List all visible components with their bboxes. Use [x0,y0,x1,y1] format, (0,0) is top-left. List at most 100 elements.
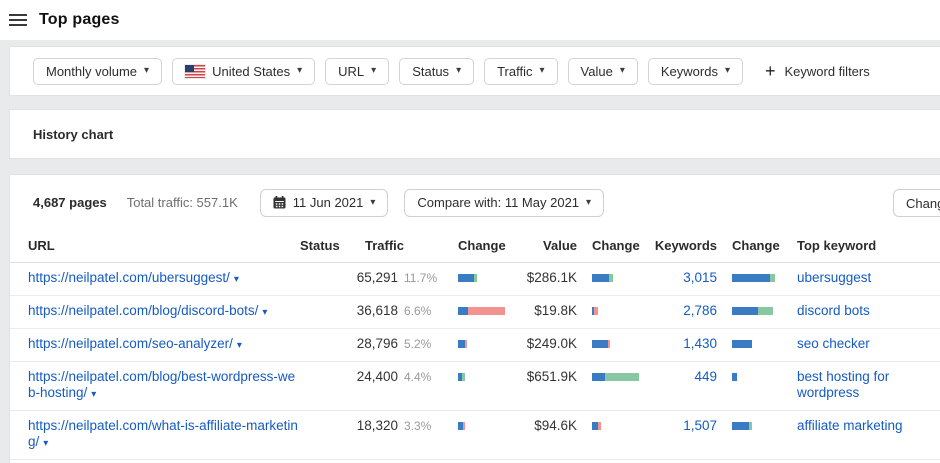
filter-label: Traffic [497,63,533,79]
keywords-change-cell [717,262,793,296]
change-bar [732,373,737,381]
chevron-down-icon: ▾ [456,65,462,76]
date-picker-button[interactable]: 11 Jun 2021 ▾ [259,188,389,217]
plus-icon: + [764,61,776,81]
change-bar [592,307,598,315]
keywords-count-link[interactable]: 1,507 [683,418,717,433]
value-change-cell [577,262,650,296]
traffic-cell: 18,320 3.3% [348,410,438,460]
col-header-status: Status [300,230,348,263]
value-cell: $651.9K [510,361,577,411]
top-keyword-link[interactable]: ubersuggest [797,270,871,285]
filter-traffic[interactable]: Traffic ▾ [484,57,558,85]
hamburger-menu-icon[interactable] [9,14,27,26]
calendar-icon [273,196,286,209]
filter-label: Value [580,63,613,79]
top-keyword-link[interactable]: affiliate marketing [797,418,903,433]
url-link[interactable]: https://neilpatel.com/blog/best-wordpres… [28,369,295,400]
us-flag-icon [185,64,206,78]
filter-label: Status [412,63,450,79]
col-header-change-traffic: Change [438,230,510,263]
url-link[interactable]: https://neilpatel.com/ubersuggest/ [28,270,230,285]
col-header-url: URL [10,230,300,263]
col-header-change-keywords: Change [717,230,793,263]
history-chart-section: History chart [10,110,940,158]
filter-value[interactable]: Value ▾ [567,57,638,85]
status-cell [300,410,348,460]
value-cell: $94.6K [510,410,577,460]
url-dropdown-icon[interactable]: ▾ [91,389,96,400]
app-header: Top pages [0,0,940,40]
value-change-cell [577,295,650,329]
history-chart-title: History chart [33,126,114,142]
compare-with-button[interactable]: Compare with: 11 May 2021 ▾ [404,188,605,217]
traffic-cell: 36,618 6.6% [348,295,438,329]
filter-monthly-volume[interactable]: Monthly volume ▾ [33,57,163,85]
status-cell [300,328,348,362]
keyword-filters-button[interactable]: + Keyword filters [765,62,870,80]
chevron-down-icon: ▾ [370,196,376,208]
compare-label: Compare with: 11 May 2021 [417,195,580,210]
table-header-row: URL Status Traffic Change Value Change K… [10,230,940,263]
traffic-cell: 24,400 4.4% [348,361,438,411]
traffic-cell: 28,796 5.2% [348,328,438,362]
table-row: https://neilpatel.com/ubersuggest/ ▾ 65,29… [10,262,940,296]
url-link[interactable]: https://neilpatel.com/seo-analyzer/ [28,336,233,351]
traffic-change-cell [438,361,510,411]
traffic-change-cell [438,262,510,296]
change-bar [592,422,601,430]
change-bar [732,422,752,430]
keyword-filters-label: Keyword filters [784,63,870,79]
change-bar [458,422,465,430]
traffic-cell: 65,291 11.7% [348,262,438,296]
url-link[interactable]: https://neilpatel.com/what-is-affiliate-… [28,418,298,449]
change-bar [592,373,639,381]
change-bar [592,340,610,348]
filter-url[interactable]: URL ▾ [325,57,390,85]
url-dropdown-icon[interactable]: ▾ [234,274,239,285]
table-toolbar: 4,687 pages Total traffic: 557.1K 11 Jun… [10,175,940,230]
url-dropdown-icon[interactable]: ▾ [237,340,242,351]
filter-label: Monthly volume [46,63,138,79]
top-pages-table-card: 4,687 pages Total traffic: 557.1K 11 Jun… [10,175,940,463]
filter-status[interactable]: Status ▾ [399,57,475,85]
traffic-change-cell [438,410,510,460]
keywords-count-link[interactable]: 2,786 [683,303,717,318]
filters-bar: Monthly volume ▾ United States ▾ URL ▾ S… [10,47,940,95]
top-keyword-link[interactable]: seo checker [797,336,870,351]
status-cell [300,295,348,329]
keywords-change-cell [717,295,793,329]
filter-label: Keywords [660,63,718,79]
url-link[interactable]: https://neilpatel.com/blog/discord-bots/ [28,303,258,318]
change-bar [732,307,773,315]
change-bar [732,340,752,348]
url-dropdown-icon[interactable]: ▾ [262,307,267,318]
top-keyword-link[interactable]: best hosting for wordpress [797,369,889,400]
chevron-down-icon: ▾ [371,65,377,76]
table-row: https://neilpatel.com/seo-analyzer/ ▾ 28,7… [10,328,940,362]
keywords-change-cell [717,361,793,411]
filter-keywords[interactable]: Keywords ▾ [647,57,743,85]
col-header-change-value: Change [577,230,650,263]
keywords-count-link[interactable]: 1,430 [683,336,717,351]
top-keyword-link[interactable]: discord bots [797,303,870,318]
value-cell: $249.0K [510,328,577,362]
change-bar [732,274,775,282]
keywords-change-cell [717,410,793,460]
table-row: https://neilpatel.com/what-is-affiliate-… [10,410,940,460]
keywords-count-link[interactable]: 3,015 [683,270,717,285]
value-cell: $19.8K [510,295,577,329]
page-title: Top pages [39,11,120,28]
change-bar [458,307,505,315]
change-bar [458,373,465,381]
status-cell [300,262,348,296]
filter-country[interactable]: United States ▾ [172,57,316,85]
chevron-down-icon: ▾ [297,65,303,76]
url-dropdown-icon[interactable]: ▾ [43,438,48,449]
keywords-count-link[interactable]: 449 [694,369,717,384]
change-bar [458,340,467,348]
total-traffic: Total traffic: 557.1K [126,195,238,210]
changes-button[interactable]: Changes [893,189,940,217]
col-header-traffic: Traffic [348,230,438,263]
traffic-change-cell [438,295,510,329]
